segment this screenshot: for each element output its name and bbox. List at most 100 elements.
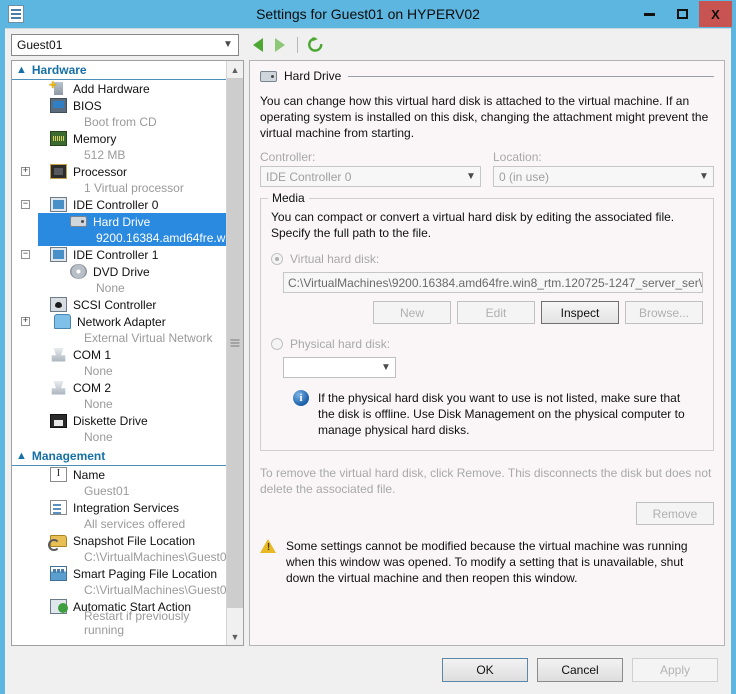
tree-item-row[interactable]: Smart Paging File Location — [38, 565, 226, 582]
tree-item-row[interactable]: Name — [38, 466, 226, 483]
tree-item-ide-controller-1[interactable]: − IDE Controller 1 — [12, 246, 226, 263]
section-title: Management — [31, 449, 106, 463]
tree-item-bios[interactable]: BIOS Boot from CD — [12, 97, 226, 130]
scrollbar-thumb[interactable] — [227, 78, 243, 608]
ok-button[interactable]: OK — [442, 658, 528, 682]
forward-button[interactable] — [270, 35, 290, 55]
hard-drive-settings-panel: Hard Drive You can change how this virtu… — [249, 60, 725, 646]
tree-item-row[interactable]: COM 2 — [38, 379, 226, 396]
tree-item-row[interactable]: Network Adapter — [38, 313, 226, 330]
panel-description: You can change how this virtual hard dis… — [260, 94, 709, 140]
scroll-down-button[interactable]: ▼ — [227, 628, 243, 645]
edit-button[interactable]: Edit — [457, 301, 535, 324]
controller-label: Controller: — [260, 150, 316, 164]
tree-item-com-1[interactable]: COM 1 None — [12, 346, 226, 379]
tree-item-row[interactable]: BIOS — [38, 97, 226, 114]
tree-item-add-hardware[interactable]: Add Hardware — [12, 78, 226, 97]
warning-icon — [260, 539, 277, 554]
browse-button[interactable]: Browse... — [625, 301, 703, 324]
physical-hard-disk-label: Physical hard disk: — [290, 337, 391, 351]
tree-item-row[interactable]: Memory — [38, 130, 226, 147]
tree-item-row[interactable]: Snapshot File Location — [38, 532, 226, 551]
controller-value: IDE Controller 0 — [266, 169, 352, 184]
collapse-ide0-button[interactable]: − — [21, 200, 30, 209]
location-combobox[interactable]: 0 (in use) ▼ — [493, 166, 714, 187]
virtual-hard-disk-radio[interactable] — [271, 253, 283, 265]
tree-item-label: Snapshot File Location — [73, 533, 196, 548]
controller-field: Controller: IDE Controller 0 ▼ — [260, 150, 481, 187]
section-header-management[interactable]: ▲ Management — [12, 447, 226, 466]
tree-item-network-adapter[interactable]: + Network Adapter External Virtual Netwo… — [12, 313, 226, 346]
close-button[interactable]: X — [699, 1, 732, 27]
tree-item-processor[interactable]: + Processor 1 Virtual processor — [12, 163, 226, 196]
tree-item-row[interactable]: Processor — [38, 163, 226, 180]
vm-selector-combobox[interactable]: Guest01 ▼ — [11, 33, 239, 56]
scroll-up-button[interactable]: ▲ — [227, 61, 243, 78]
diskette-drive-icon — [50, 413, 67, 428]
navigation-group — [248, 35, 325, 55]
back-button[interactable] — [248, 35, 268, 55]
refresh-button[interactable] — [305, 35, 325, 55]
tree-item-row[interactable]: IDE Controller 1 — [38, 246, 226, 263]
tree-item-automatic-start-action[interactable]: Automatic Start Action Restart if previo… — [12, 598, 226, 637]
tree-item-label: COM 2 — [73, 380, 112, 395]
network-adapter-icon — [54, 314, 71, 329]
tree-item-diskette-drive[interactable]: Diskette Drive None — [12, 412, 226, 445]
tree-item-row[interactable]: Diskette Drive — [38, 412, 226, 429]
cancel-button[interactable]: Cancel — [537, 658, 623, 682]
tree-item-smart-paging-file-location[interactable]: Smart Paging File Location C:\VirtualMac… — [12, 565, 226, 598]
physical-hard-disk-combobox[interactable]: ▼ — [283, 357, 396, 378]
tree-item-integration-services[interactable]: Integration Services All services offere… — [12, 499, 226, 532]
inspect-button[interactable]: Inspect — [541, 301, 619, 324]
virtual-hard-disk-path-input[interactable]: C:\VirtualMachines\9200.16384.amd64fre.w… — [283, 272, 703, 293]
remove-button[interactable]: Remove — [636, 502, 714, 525]
refresh-icon — [307, 37, 322, 52]
controller-combobox[interactable]: IDE Controller 0 ▼ — [260, 166, 481, 187]
minimize-icon — [644, 12, 655, 16]
virtual-hard-disk-radio-row[interactable]: Virtual hard disk: — [271, 252, 703, 266]
tree-item-hard-drive[interactable]: Hard Drive 9200.16384.amd64fre.win... — [12, 213, 226, 246]
minimize-button[interactable] — [633, 1, 666, 27]
tree-item-sublabel: 1 Virtual processor — [84, 181, 184, 195]
tree-item-com-2[interactable]: COM 2 None — [12, 379, 226, 412]
tree-item-name[interactable]: Name Guest01 — [12, 466, 226, 499]
tree-item-row[interactable]: Add Hardware — [38, 78, 226, 97]
tree-item-row[interactable]: SCSI Controller — [38, 296, 226, 313]
tree-item-dvd-drive[interactable]: DVD Drive None — [12, 263, 226, 296]
tree-item-memory[interactable]: Memory 512 MB — [12, 130, 226, 163]
settings-tree: ▲ Hardware Add Hardware BIOS — [11, 60, 244, 646]
maximize-button[interactable] — [666, 1, 699, 27]
add-hardware-icon — [49, 78, 67, 96]
ide-controller-icon — [50, 197, 67, 212]
tree-item-label: Add Hardware — [73, 81, 150, 96]
tree-item-sublabel: External Virtual Network — [84, 331, 213, 345]
main-area: ▲ Hardware Add Hardware BIOS — [5, 60, 731, 646]
collapse-ide1-button[interactable]: − — [21, 250, 30, 259]
expand-network-button[interactable]: + — [21, 317, 30, 326]
tree-item-row[interactable]: COM 1 — [38, 346, 226, 363]
hard-drive-icon — [260, 70, 277, 82]
tree-item-label: Smart Paging File Location — [73, 566, 218, 581]
tree-item-sublabel: None — [84, 364, 113, 378]
tree-item-row[interactable]: Integration Services — [38, 499, 226, 516]
apply-button[interactable]: Apply — [632, 658, 718, 682]
scrollbar-track[interactable] — [227, 78, 243, 628]
tree-item-row-selected[interactable]: Hard Drive — [38, 213, 226, 230]
section-header-hardware[interactable]: ▲ Hardware — [12, 61, 226, 80]
tree-item-ide-controller-0[interactable]: − IDE Controller 0 — [12, 196, 226, 213]
back-arrow-icon — [253, 37, 263, 52]
tree-item-snapshot-file-location[interactable]: Snapshot File Location C:\VirtualMachine… — [12, 532, 226, 565]
tree-item-label: Memory — [73, 131, 117, 146]
new-button[interactable]: New — [373, 301, 451, 324]
physical-hard-disk-radio[interactable] — [271, 338, 283, 350]
tree-content: ▲ Hardware Add Hardware BIOS — [12, 61, 226, 645]
tree-scrollbar[interactable]: ▲ ▼ — [226, 61, 243, 645]
tree-item-row[interactable]: DVD Drive — [38, 263, 226, 280]
tree-item-scsi-controller[interactable]: SCSI Controller — [12, 296, 226, 313]
tree-item-row[interactable]: IDE Controller 0 — [38, 196, 226, 213]
dvd-drive-icon — [70, 264, 87, 279]
tree-item-sublabel: None — [96, 281, 125, 295]
physical-hard-disk-radio-row[interactable]: Physical hard disk: — [271, 337, 703, 351]
window-controls: X — [633, 1, 732, 27]
expand-processor-button[interactable]: + — [21, 167, 30, 176]
